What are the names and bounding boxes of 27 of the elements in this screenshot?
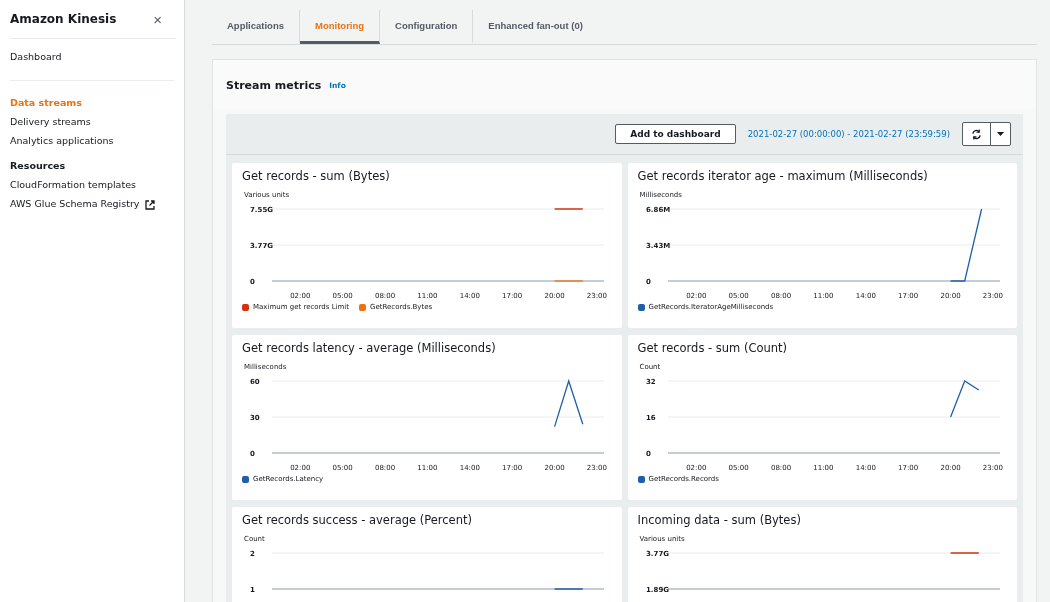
- nav-link[interactable]: Dashboard: [10, 47, 174, 66]
- tab[interactable]: Enhanced fan-out (0): [473, 10, 598, 44]
- panel-title: Stream metrics: [226, 78, 322, 92]
- data-line: [553, 280, 584, 282]
- close-button[interactable]: ×: [153, 10, 162, 28]
- nav-link[interactable]: CloudFormation templates: [10, 175, 184, 194]
- chart-title: Get records latency - average (Milliseconds): [242, 341, 497, 355]
- data-line: [949, 380, 979, 418]
- chart-title: Get records iterator age - maximum (Milliseconds): [637, 169, 929, 183]
- nav-link[interactable]: Analytics applications: [10, 131, 184, 150]
- refresh-split-button[interactable]: [962, 122, 1011, 146]
- chart-title: Get records success - average (Percent): [242, 513, 473, 527]
- add-to-dashboard-button[interactable]: Add to dashboard: [615, 124, 736, 144]
- tab[interactable]: Configuration: [380, 10, 474, 44]
- date-range-link[interactable]: 2021-02-27 (00:00:00) - 2021-02-27 (23:59:59): [747, 129, 950, 139]
- chart-title: Get records - sum (Count): [637, 341, 789, 355]
- nav-link[interactable]: Delivery streams: [10, 112, 184, 131]
- data-line: [553, 208, 584, 210]
- data-line: [949, 552, 979, 554]
- tab[interactable]: Applications: [212, 10, 300, 44]
- data-line: [553, 378, 584, 428]
- nav-link[interactable]: AWS Glue Schema Registry: [10, 194, 184, 214]
- section-heading: Resources: [10, 159, 67, 173]
- chart-title: Incoming data - sum (Bytes): [637, 513, 802, 527]
- chart-title: Get records - sum (Bytes): [242, 169, 391, 183]
- app-title: Amazon Kinesis: [10, 12, 117, 26]
- data-line: [553, 588, 584, 590]
